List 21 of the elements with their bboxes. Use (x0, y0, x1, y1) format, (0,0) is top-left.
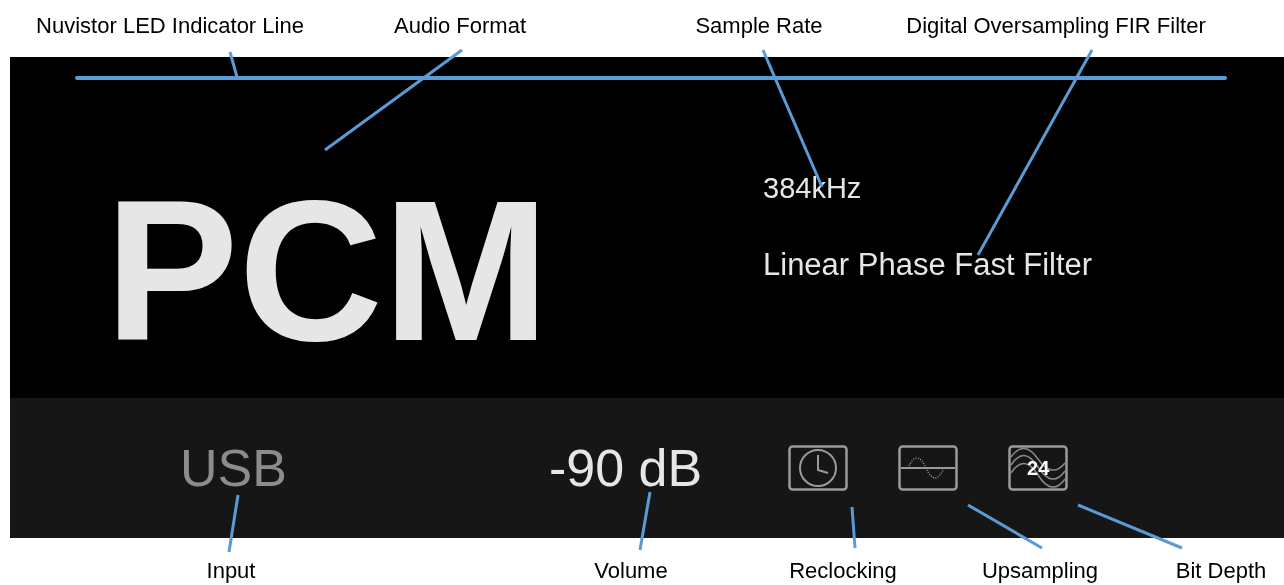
annotation-label: Reclocking (789, 560, 897, 582)
leader-line (227, 494, 240, 553)
annotation-label: Nuvistor LED Indicator Line (36, 15, 304, 37)
annotation-label: Volume (594, 560, 668, 582)
annotation-label: Digital Oversampling FIR Filter (906, 15, 1206, 37)
leader-line (228, 51, 239, 78)
annotation-label: Sample Rate (695, 15, 823, 37)
volume-text: -90 dB (548, 442, 703, 494)
leader-line (638, 491, 652, 551)
annotation-label: Audio Format (393, 15, 527, 37)
input-text: USB (180, 442, 287, 494)
filter-name-text: Linear Phase Fast Filter (763, 249, 1093, 280)
annotation-label: Input (206, 560, 256, 582)
waveform-icon (898, 445, 959, 491)
annotation-label: Upsampling (981, 560, 1099, 582)
format-text: PCM (105, 171, 550, 371)
annotation-label: Bit Depth (1175, 560, 1267, 582)
clock-icon (788, 445, 849, 491)
sample-rate-text: 384kHz (763, 174, 863, 203)
leader-line (850, 506, 857, 549)
bit-depth-value: 24 (1027, 458, 1050, 478)
